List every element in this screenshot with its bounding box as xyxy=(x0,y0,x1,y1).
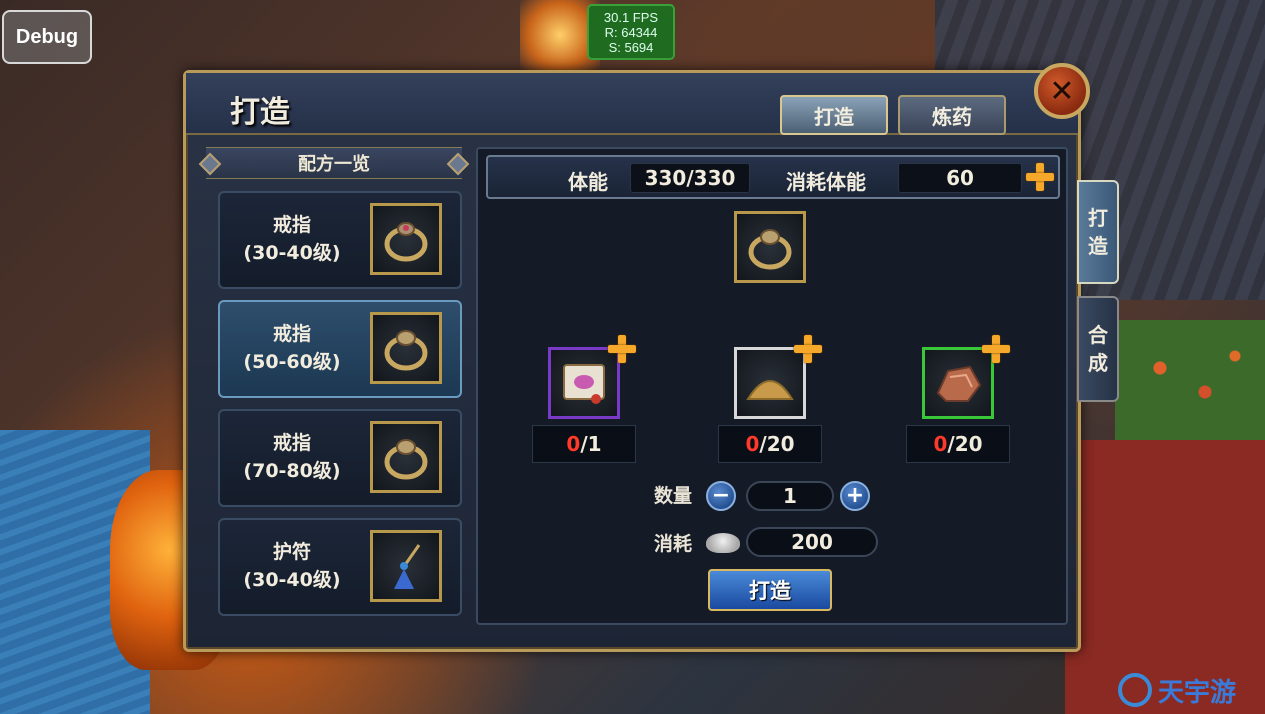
window-title: 打造 xyxy=(230,95,290,130)
plus-icon: + xyxy=(845,483,865,508)
stamina-label: 体能 xyxy=(568,170,608,194)
fps-line: 30.1 FPS xyxy=(603,10,659,25)
powder-pile-icon xyxy=(746,380,794,400)
tab-alchemy[interactable]: 炼药 xyxy=(898,95,1006,135)
diamond-ornament-icon xyxy=(446,152,470,176)
close-icon: ✕ xyxy=(1049,73,1075,109)
side-tab-char: 合 xyxy=(1088,323,1108,347)
recipe-list: 配方一览 戒指 (30-40级) 戒指 (50-60级) 戒指 (70-80级)… xyxy=(198,143,470,643)
recipe-item-name: 戒指 xyxy=(272,323,311,345)
recipe-item-name: 戒指 xyxy=(272,214,311,236)
recipe-item-level: (70-80级) xyxy=(243,460,341,482)
stamina-cost-label: 消耗体能 xyxy=(786,170,866,194)
material-need: /20 xyxy=(759,432,795,456)
forge-window: 打造 打造 炼药 ✕ 配方一览 戒指 (30-40级) 戒指 (50-60级) … xyxy=(183,63,1090,652)
stamina-value: 330/330 xyxy=(630,163,750,193)
ring-icon xyxy=(384,330,428,371)
cost-value: 200 xyxy=(746,527,878,557)
add-stamina-plus-icon[interactable] xyxy=(1026,163,1054,191)
quantity-label: 数量 xyxy=(654,485,693,507)
side-tab-char: 造 xyxy=(1088,234,1108,258)
ring-icon xyxy=(748,229,792,270)
material-need: /1 xyxy=(580,432,602,456)
recipe-list-header: 配方一览 xyxy=(198,147,470,179)
recipe-item[interactable]: 护符 (30-40级) xyxy=(218,518,462,616)
recipe-item-name: 戒指 xyxy=(272,432,311,454)
s-line: S: 5694 xyxy=(608,40,654,55)
recipe-name: 护符 (30-40级) xyxy=(232,538,352,594)
forge-panel: 体能 330/330 消耗体能 60 0/1 0 /20 0 /20 数量 − … xyxy=(476,147,1068,625)
ring-icon xyxy=(384,222,428,262)
add-material-plus-icon[interactable] xyxy=(608,335,636,363)
fps-counter: 30.1 FPS R: 64344 S: 5694 xyxy=(587,4,675,60)
stamina-bar: 体能 330/330 消耗体能 60 xyxy=(486,155,1060,199)
forge-button[interactable]: 打造 xyxy=(708,569,832,611)
tab-forge[interactable]: 打造 xyxy=(780,95,888,135)
site-watermark: 天宇游 xyxy=(1118,668,1264,712)
recipe-item[interactable]: 戒指 (70-80级) xyxy=(218,409,462,507)
recipe-name: 戒指 (70-80级) xyxy=(232,429,352,485)
recipe-name: 戒指 (30-40级) xyxy=(232,211,352,267)
scroll-icon xyxy=(563,364,605,404)
quantity-decrease-button[interactable]: − xyxy=(706,481,736,511)
material-count: 0/1 xyxy=(532,425,636,463)
r-line: R: 64344 xyxy=(604,25,658,40)
side-tab-char: 成 xyxy=(1088,351,1108,375)
watermark-logo-icon xyxy=(1118,673,1152,707)
tassel-amulet-icon xyxy=(394,544,421,589)
close-button[interactable]: ✕ xyxy=(1034,63,1090,119)
material-count: 0/20 xyxy=(718,425,822,463)
quantity-increase-button[interactable]: + xyxy=(840,481,870,511)
recipe-item[interactable]: 戒指 (30-40级) xyxy=(218,191,462,289)
target-item-slot xyxy=(734,211,806,283)
recipe-item-name: 护符 xyxy=(272,541,311,563)
ore-icon xyxy=(936,365,982,402)
title-bar: 打造 打造 炼药 xyxy=(186,73,1078,135)
recipe-item-level: (30-40级) xyxy=(243,569,341,591)
side-tab-synthesis[interactable]: 合 成 xyxy=(1077,296,1119,402)
cost-label: 消耗 xyxy=(654,533,693,555)
recipe-item[interactable]: 戒指 (50-60级) xyxy=(218,300,462,398)
recipe-item-slot xyxy=(370,421,442,493)
quantity-input[interactable]: 1 xyxy=(746,481,834,511)
side-tab-char: 打 xyxy=(1088,206,1108,230)
material-have: 0 xyxy=(566,432,581,456)
diamond-ornament-icon xyxy=(198,152,222,176)
add-material-plus-icon[interactable] xyxy=(794,335,822,363)
add-material-plus-icon[interactable] xyxy=(982,335,1010,363)
material-have: 0 xyxy=(933,432,948,456)
recipe-item-slot xyxy=(370,530,442,602)
recipe-item-level: (50-60级) xyxy=(243,351,341,373)
recipe-item-slot xyxy=(370,312,442,384)
ring-icon xyxy=(384,439,428,480)
debug-button[interactable]: Debug xyxy=(2,10,92,64)
material-need: /20 xyxy=(947,432,983,456)
recipe-item-slot xyxy=(370,203,442,275)
side-tab-forge[interactable]: 打 造 xyxy=(1077,180,1119,284)
watermark-text: 天宇游 xyxy=(1158,677,1237,708)
material-count: 0/20 xyxy=(906,425,1010,463)
recipe-list-title: 配方一览 xyxy=(298,154,370,175)
silver-ingot-icon xyxy=(706,533,740,553)
recipe-item-level: (30-40级) xyxy=(243,242,341,264)
stamina-cost-value: 60 xyxy=(898,163,1022,193)
recipe-name: 戒指 (50-60级) xyxy=(232,320,352,376)
minus-icon: − xyxy=(711,483,731,508)
background-flowers xyxy=(1115,320,1265,440)
material-have: 0 xyxy=(745,432,760,456)
